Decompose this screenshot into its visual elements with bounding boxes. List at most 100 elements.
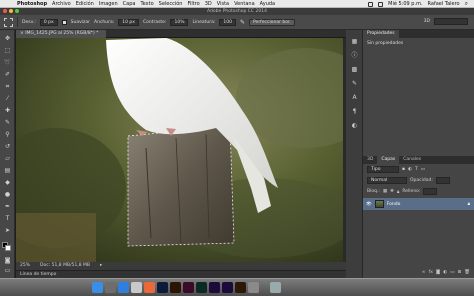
workspace-label[interactable]: 3D — [424, 19, 430, 24]
tab-properties[interactable]: Propiedades — [363, 30, 399, 38]
new-layer-icon[interactable]: ⊞ — [458, 270, 462, 275]
layer-filter-select[interactable]: Tipo — [367, 166, 399, 173]
refine-edge-button[interactable]: Perfeccionar bor. — [249, 18, 295, 26]
group-icon[interactable]: ▭ — [450, 270, 454, 275]
width-input[interactable]: 10 px — [118, 18, 139, 26]
background-color-swatch[interactable] — [5, 245, 11, 251]
blend-mode-select[interactable]: Normal — [367, 177, 407, 184]
spotlight-icon[interactable]: ⌕ — [465, 0, 468, 8]
trash-dock-icon[interactable] — [270, 282, 281, 293]
frequency-input[interactable]: 100 — [219, 18, 236, 26]
menu-3d[interactable]: 3D — [205, 1, 212, 7]
trash-icon[interactable]: 🗑︎ — [464, 270, 470, 275]
gradient-tool-icon[interactable]: ▤ — [3, 166, 12, 175]
wifi-icon[interactable] — [368, 1, 374, 7]
document-tab[interactable]: × IMG_1425.JPG al 25% (RGB/8*) * — [16, 30, 107, 38]
filter-adjust-icon[interactable]: ◐ — [408, 167, 412, 172]
marquee-tool-icon[interactable]: ⬚ — [3, 46, 12, 55]
eyedropper-tool-icon[interactable]: ⁄ — [3, 94, 12, 103]
type-tool-icon[interactable]: T — [3, 214, 12, 223]
path-select-icon[interactable]: ➤ — [3, 226, 12, 235]
history-brush-icon[interactable]: ↺ — [3, 142, 12, 151]
eye-icon[interactable]: 👁︎ — [366, 202, 372, 207]
minimize-window-icon[interactable] — [9, 9, 13, 13]
brush-panel-icon[interactable]: ✎ — [351, 80, 358, 87]
zoom-level[interactable]: 25% — [20, 262, 30, 270]
fx-icon[interactable]: fx — [429, 270, 433, 275]
tab-3d[interactable]: 3D — [363, 156, 377, 164]
fill-input[interactable] — [423, 188, 438, 195]
filter-type-icon[interactable]: T — [415, 167, 418, 172]
contrast-input[interactable]: 10% — [170, 18, 189, 26]
menu-ventana[interactable]: Ventana — [234, 1, 255, 7]
move-tool-icon[interactable]: ✥ — [3, 34, 12, 43]
crop-tool-icon[interactable]: ⌗ — [3, 82, 12, 91]
menubar-clock[interactable]: Mié 5:09 p.m. — [388, 1, 422, 7]
menu-texto[interactable]: Texto — [140, 1, 153, 7]
swatches-panel-icon[interactable]: ▩ — [351, 66, 358, 73]
dodge-tool-icon[interactable]: ● — [3, 190, 12, 199]
illustrator-dock-icon[interactable] — [170, 282, 181, 293]
lock-position-icon[interactable]: ✥ — [390, 189, 394, 194]
filter-shape-icon[interactable]: ▭ — [421, 167, 425, 172]
eraser-tool-icon[interactable]: ▱ — [3, 154, 12, 163]
menu-archivo[interactable]: Archivo — [52, 1, 71, 7]
clone-stamp-icon[interactable]: ⚲ — [3, 130, 12, 139]
paragraph-panel-icon[interactable]: ¶ — [351, 108, 358, 115]
menu-filtro[interactable]: Filtro — [187, 1, 199, 7]
history-panel-icon[interactable]: ▦ — [351, 38, 358, 45]
audition-dock-icon[interactable] — [196, 282, 207, 293]
document-canvas[interactable] — [16, 38, 345, 262]
after-effects-dock-icon[interactable] — [222, 282, 233, 293]
menu-edicion[interactable]: Edición — [76, 1, 94, 7]
quick-mask-icon[interactable]: ◙ — [3, 256, 12, 265]
lock-pixels-icon[interactable]: ▦ — [383, 189, 387, 194]
character-panel-icon[interactable]: A — [351, 94, 358, 101]
photoshop-dock-icon[interactable] — [157, 282, 168, 293]
layer-row[interactable]: 👁︎ Fondo 🔒︎ — [363, 198, 474, 210]
launchpad-icon[interactable] — [105, 282, 116, 293]
brush-tool-icon[interactable]: ✎ — [3, 118, 12, 127]
battery-icon[interactable] — [378, 1, 384, 7]
menu-vista[interactable]: Vista — [217, 1, 229, 7]
zoom-window-icon[interactable] — [15, 9, 19, 13]
link-layers-icon[interactable]: ∞ — [422, 270, 426, 275]
blur-tool-icon[interactable]: ◆ — [3, 178, 12, 187]
premiere-dock-icon[interactable] — [209, 282, 220, 293]
menu-ayuda[interactable]: Ayuda — [260, 1, 275, 7]
tab-channels[interactable]: Canales — [399, 156, 425, 164]
doc-info[interactable]: Doc: 51,8 MB/51,8 MB — [40, 262, 90, 270]
tab-layers[interactable]: Capas — [377, 156, 400, 164]
info-panel-icon[interactable]: ⓘ — [351, 52, 358, 59]
filter-pixel-icon[interactable]: ▪ — [402, 167, 405, 172]
timeline-label[interactable]: Línea de tiempo — [20, 272, 56, 277]
timeline-panel[interactable]: Línea de tiempo — [16, 270, 346, 278]
system-prefs-icon[interactable] — [248, 282, 259, 293]
pen-tool-icon[interactable]: ✒ — [3, 202, 12, 211]
menu-imagen[interactable]: Imagen — [99, 1, 118, 7]
healing-brush-icon[interactable]: ✚ — [3, 106, 12, 115]
menubar-user[interactable]: Rafael Talero — [428, 1, 460, 7]
safari-icon[interactable] — [118, 282, 129, 293]
lasso-tool-icon[interactable] — [4, 17, 13, 27]
menu-app-name[interactable]: Photoshop — [17, 1, 47, 7]
status-arrow-icon[interactable]: ▸ — [100, 262, 102, 270]
quick-select-tool-icon[interactable]: ✐ — [3, 70, 12, 79]
close-window-icon[interactable] — [3, 9, 7, 13]
menu-capa[interactable]: Capa — [123, 1, 136, 7]
indesign-dock-icon[interactable] — [183, 282, 194, 293]
adjustments-panel-icon[interactable]: ◐ — [351, 122, 358, 129]
workspace-select[interactable] — [434, 18, 468, 25]
lock-all-icon[interactable]: 🔒︎ — [397, 189, 399, 195]
feather-input[interactable]: 0 px — [39, 18, 58, 26]
screen-mode-icon[interactable]: ▭ — [3, 266, 12, 275]
finder-icon[interactable] — [92, 282, 103, 293]
bridge-dock-icon[interactable] — [235, 282, 246, 293]
adjustment-layer-icon[interactable]: ◐ — [443, 270, 447, 275]
photos-icon[interactable] — [144, 282, 155, 293]
lasso-tool-icon[interactable]: ➰ — [3, 58, 12, 67]
antialias-checkbox[interactable] — [61, 19, 67, 25]
layer-name[interactable]: Fondo — [387, 202, 401, 207]
opacity-input[interactable] — [435, 177, 450, 184]
mask-icon[interactable]: ◙ — [436, 270, 440, 275]
